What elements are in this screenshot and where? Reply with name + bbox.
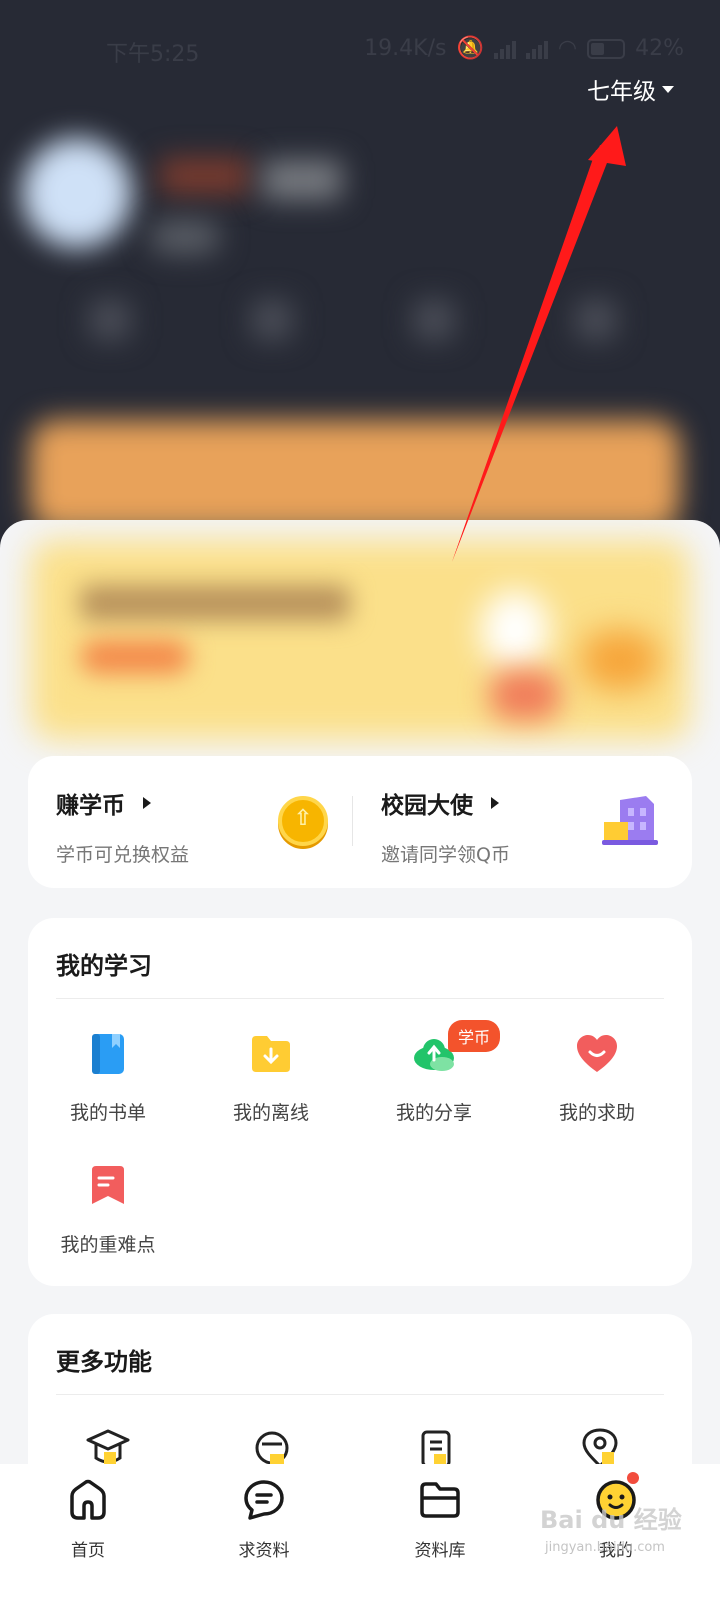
nav-request[interactable]: 求资料 <box>204 1478 324 1561</box>
nav-library-label: 资料库 <box>414 1541 466 1561</box>
stat-blurred[interactable] <box>414 300 454 340</box>
promo-text-blurred <box>80 585 350 621</box>
battery-percent: 42% <box>635 36 684 61</box>
my-offline-button[interactable]: 我的离线 <box>191 1032 351 1125</box>
avatar[interactable] <box>22 138 132 248</box>
status-indicators: 19.4K/s 🔕 ◠ 42% <box>364 36 684 61</box>
my-study-card: 我的学习 我的书单 我的离线 我的分享 我的求助 我的重难点 <box>28 918 692 1286</box>
stat-blurred[interactable] <box>90 300 130 340</box>
promo-image-blurred <box>580 630 660 690</box>
grade-selector[interactable]: 七年级 <box>587 72 674 106</box>
caret-down-icon <box>662 85 674 93</box>
promo-image-blurred <box>480 590 550 670</box>
graduation-cap-icon[interactable] <box>86 1428 130 1468</box>
stat-blurred[interactable] <box>576 300 616 340</box>
mute-icon: 🔕 <box>456 36 484 61</box>
more-features-title: 更多功能 <box>56 1348 152 1376</box>
bookmark-icon <box>92 1166 124 1204</box>
location-pin-icon[interactable] <box>578 1428 622 1468</box>
promo-button-blurred[interactable] <box>80 640 190 674</box>
my-booklist-label: 我的书单 <box>69 1102 146 1124</box>
school-building-icon <box>602 796 658 845</box>
username-blurred <box>262 160 342 200</box>
notification-dot <box>627 1472 639 1484</box>
nav-request-label: 求资料 <box>238 1541 290 1561</box>
heart-icon <box>577 1035 617 1072</box>
earn-coins-subtitle: 学币可兑换权益 <box>56 844 190 866</box>
nav-library[interactable]: 资料库 <box>380 1478 500 1561</box>
divider <box>56 998 664 999</box>
user-tag-blurred <box>150 220 220 254</box>
nav-home-label: 首页 <box>71 1541 105 1561</box>
my-help-label: 我的求助 <box>558 1102 635 1124</box>
vip-banner-blurred[interactable] <box>30 420 680 530</box>
coin-icon <box>278 796 328 846</box>
wifi-icon: ◠ <box>557 36 578 61</box>
folder-download-icon <box>252 1036 290 1072</box>
status-bar: 下午5:25 19.4K/s 🔕 ◠ 42% <box>0 30 720 70</box>
book-icon <box>92 1034 124 1074</box>
my-offline-label: 我的离线 <box>232 1102 309 1124</box>
campus-ambassador-subtitle: 邀请同学领Q币 <box>381 844 510 866</box>
username-blurred <box>160 158 250 194</box>
grade-label: 七年级 <box>587 79 656 105</box>
folder-icon <box>420 1482 460 1518</box>
nav-home[interactable]: 首页 <box>28 1478 148 1561</box>
watermark: Bai du 经验 <box>540 1506 682 1534</box>
earn-coins-title: 赚学币 <box>56 793 125 819</box>
stat-blurred[interactable] <box>252 300 292 340</box>
earn-card: 赚学币 学币可兑换权益 校园大使 邀请同学领Q币 <box>28 756 692 888</box>
signal-icon <box>525 39 548 59</box>
campus-ambassador-entry[interactable]: 校园大使 邀请同学领Q币 <box>381 786 510 867</box>
signal-icon <box>493 39 516 59</box>
my-share-label: 我的分享 <box>395 1102 472 1124</box>
network-speed: 19.4K/s <box>364 36 447 61</box>
my-study-title: 我的学习 <box>56 952 152 980</box>
watermark-url: jingyan.baidu.com <box>545 1540 665 1555</box>
play-arrow-icon <box>491 797 499 809</box>
divider <box>56 1394 664 1395</box>
status-time: 下午5:25 <box>106 42 200 67</box>
my-help-button[interactable]: 我的求助 <box>517 1032 677 1125</box>
coin-reward-badge: 学币 <box>448 1020 501 1052</box>
chat-bubble-icon <box>244 1480 284 1520</box>
play-arrow-icon <box>143 797 151 809</box>
my-key-points-button[interactable]: 我的重难点 <box>28 1164 188 1257</box>
my-booklist-button[interactable]: 我的书单 <box>28 1032 188 1125</box>
earn-coins-entry[interactable]: 赚学币 学币可兑换权益 <box>56 786 189 867</box>
battery-icon <box>587 38 626 59</box>
divider <box>352 796 353 846</box>
mascot-icon[interactable] <box>250 1428 294 1468</box>
campus-ambassador-title: 校园大使 <box>381 793 473 819</box>
my-key-points-label: 我的重难点 <box>60 1234 156 1256</box>
clipboard-icon[interactable] <box>414 1428 458 1468</box>
home-icon <box>70 1479 106 1520</box>
promo-image-blurred <box>490 670 560 720</box>
